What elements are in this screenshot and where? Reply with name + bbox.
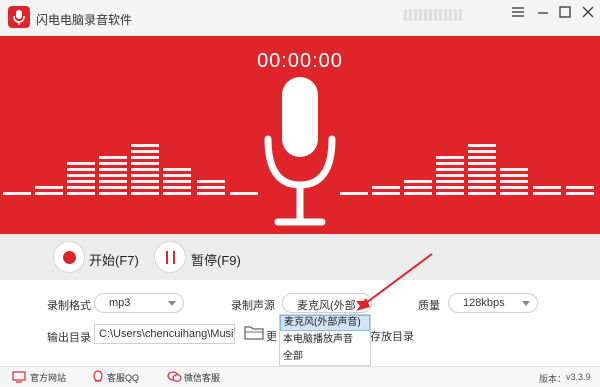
maximize-icon bbox=[559, 6, 571, 18]
dropdown-option[interactable]: 麦克风(外部声音) bbox=[280, 315, 370, 331]
output-label: 输出目录 bbox=[47, 332, 91, 344]
chevron-down-icon bbox=[522, 301, 530, 306]
quality-select[interactable]: 128kbps bbox=[448, 293, 538, 313]
dropdown-option[interactable]: 全部 bbox=[280, 348, 370, 365]
start-record-button[interactable] bbox=[53, 241, 85, 273]
source-dropdown: 麦克风(外部声音) 本电脑播放声音 全部 bbox=[279, 314, 371, 366]
version-label: 版本： bbox=[539, 374, 567, 384]
website-link[interactable]: 官方网站 bbox=[30, 371, 66, 384]
wechat-support-link[interactable]: 微信客服 bbox=[184, 371, 220, 384]
format-select[interactable]: mp3 bbox=[94, 293, 184, 313]
change-dir-text[interactable]: 更 bbox=[266, 328, 277, 344]
start-label[interactable]: 开始(F7) bbox=[89, 250, 139, 269]
app-title: 闪电电脑录音软件 bbox=[36, 13, 133, 27]
menu-button[interactable] bbox=[506, 3, 530, 23]
close-button[interactable] bbox=[576, 3, 600, 23]
pause-button[interactable] bbox=[154, 241, 186, 273]
folder-icon bbox=[244, 326, 264, 340]
meter-bars-left bbox=[3, 144, 258, 195]
minimize-button[interactable] bbox=[531, 3, 555, 23]
record-icon bbox=[63, 251, 76, 264]
format-value: mp3 bbox=[109, 297, 131, 309]
version-value: v3.3.9 bbox=[566, 372, 591, 382]
folder-button[interactable] bbox=[244, 324, 264, 345]
qq-support-link[interactable]: 客服QQ bbox=[107, 371, 139, 384]
chevron-down-icon bbox=[168, 301, 176, 306]
blurred-account-text bbox=[404, 9, 462, 21]
maximize-button[interactable] bbox=[553, 3, 577, 23]
control-strip: 开始(F7) 暂停(F9) bbox=[0, 234, 600, 280]
website-icon bbox=[12, 370, 26, 387]
footer-bar: 官方网站 客服QQ 微信客服 版本： v3.3.9 bbox=[0, 366, 600, 387]
source-label: 录制声源 bbox=[231, 300, 275, 312]
source-select[interactable]: 麦克风(外部 bbox=[282, 293, 372, 313]
open-dir-text[interactable]: 存放目录 bbox=[370, 328, 414, 344]
meter-bars-right bbox=[340, 144, 594, 195]
app-logo bbox=[8, 6, 30, 28]
quality-label: 质量 bbox=[418, 300, 440, 312]
format-label: 录制格式 bbox=[47, 300, 91, 312]
quality-value: 128kbps bbox=[463, 297, 505, 309]
chevron-down-icon bbox=[356, 301, 364, 306]
qq-icon bbox=[92, 370, 104, 387]
dropdown-option[interactable]: 本电脑播放声音 bbox=[280, 331, 370, 348]
menu-icon bbox=[512, 7, 524, 17]
wechat-icon bbox=[167, 370, 182, 387]
close-icon bbox=[582, 6, 594, 18]
output-path-input[interactable]: C:\Users\chencuihang\Music bbox=[94, 324, 235, 344]
pause-icon bbox=[166, 251, 175, 264]
minimize-icon bbox=[538, 12, 548, 14]
title-bar: 闪电电脑录音软件 bbox=[0, 0, 600, 36]
recording-panel: 00:00:00 bbox=[0, 36, 600, 234]
pause-label[interactable]: 暂停(F9) bbox=[191, 250, 241, 269]
source-value: 麦克风(外部 bbox=[297, 300, 356, 312]
